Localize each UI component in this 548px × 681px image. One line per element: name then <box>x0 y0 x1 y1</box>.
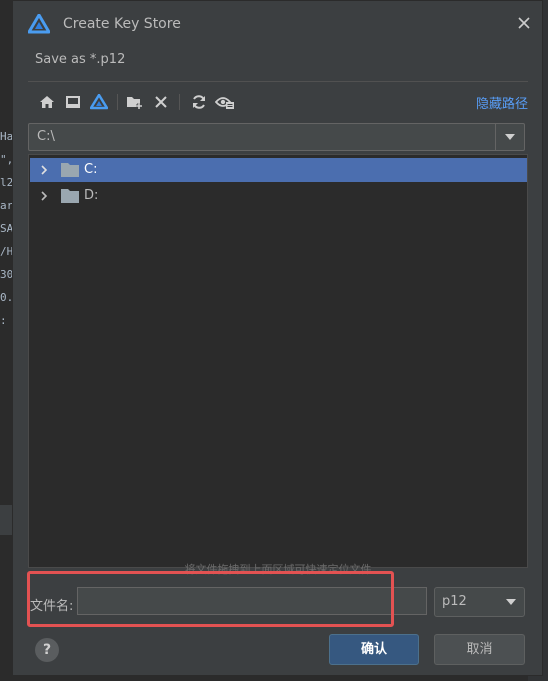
new-folder-icon <box>127 97 142 109</box>
toolbar-separator <box>179 94 180 110</box>
path-value: C:\ <box>37 129 55 144</box>
desktop-icon <box>66 96 80 108</box>
file-tree[interactable]: C: D: 将文件拖拽到上面区域可快速定位文件 <box>28 154 528 576</box>
path-dropdown-button[interactable] <box>495 124 524 150</box>
home-icon <box>40 96 54 108</box>
divider <box>28 81 528 82</box>
title-bar: Create Key Store <box>13 1 542 47</box>
project-button[interactable] <box>87 90 111 114</box>
dialog-subtitle: Save as *.p12 <box>35 52 126 67</box>
refresh-button[interactable] <box>187 90 211 114</box>
project-logo-icon <box>90 94 108 110</box>
close-icon <box>518 17 530 29</box>
chevron-down-icon <box>505 134 515 140</box>
hide-path-link[interactable]: 隐藏路径 <box>476 93 528 112</box>
show-hidden-button[interactable] <box>213 90 237 114</box>
new-folder-button[interactable] <box>123 90 147 114</box>
help-button[interactable]: ? <box>35 638 59 662</box>
show-hidden-files-icon <box>215 97 234 109</box>
tree-item-label: C: <box>84 162 98 177</box>
delete-button[interactable] <box>149 90 173 114</box>
extension-dropdown[interactable]: p12 <box>434 587 525 617</box>
extension-value: p12 <box>442 594 467 609</box>
ok-button[interactable]: 确认 <box>329 634 419 665</box>
drop-hint: 将文件拖拽到上面区域可快速定位文件 <box>184 563 372 576</box>
desktop-button[interactable] <box>61 90 85 114</box>
cancel-button[interactable]: 取消 <box>434 634 525 665</box>
chevron-right-icon[interactable] <box>36 188 52 204</box>
folder-icon <box>61 189 79 203</box>
refresh-icon <box>193 95 205 109</box>
tree-item-d-drive[interactable]: D: <box>30 184 527 208</box>
tree-item-label: D: <box>84 188 99 203</box>
dialog-title: Create Key Store <box>63 16 181 32</box>
delete-icon <box>155 96 167 108</box>
chevron-right-icon[interactable] <box>36 162 52 178</box>
close-button[interactable] <box>514 14 534 34</box>
folder-icon <box>61 163 79 177</box>
create-key-store-dialog: Create Key Store Save as *.p12 隐藏路径 C:\ … <box>12 0 543 676</box>
app-logo-icon <box>28 14 50 34</box>
filename-label: 文件名: <box>30 599 74 614</box>
path-combobox[interactable]: C:\ <box>28 123 525 151</box>
toolbar-separator <box>117 94 118 110</box>
chevron-down-icon <box>506 599 516 605</box>
home-button[interactable] <box>35 90 59 114</box>
tree-item-c-drive[interactable]: C: <box>30 158 527 182</box>
filename-input[interactable] <box>77 587 427 615</box>
